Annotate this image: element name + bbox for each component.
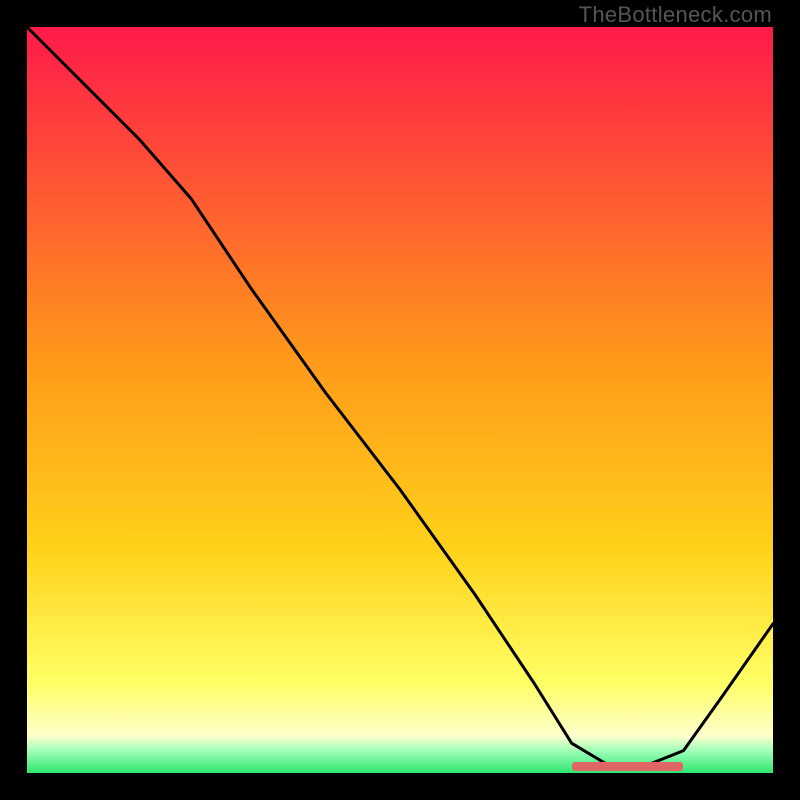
plot-area xyxy=(27,27,773,773)
watermark-text: TheBottleneck.com xyxy=(579,2,772,28)
bottleneck-curve xyxy=(27,27,773,773)
chart-root: TheBottleneck.com xyxy=(0,0,800,800)
optimal-range-marker xyxy=(572,762,684,771)
